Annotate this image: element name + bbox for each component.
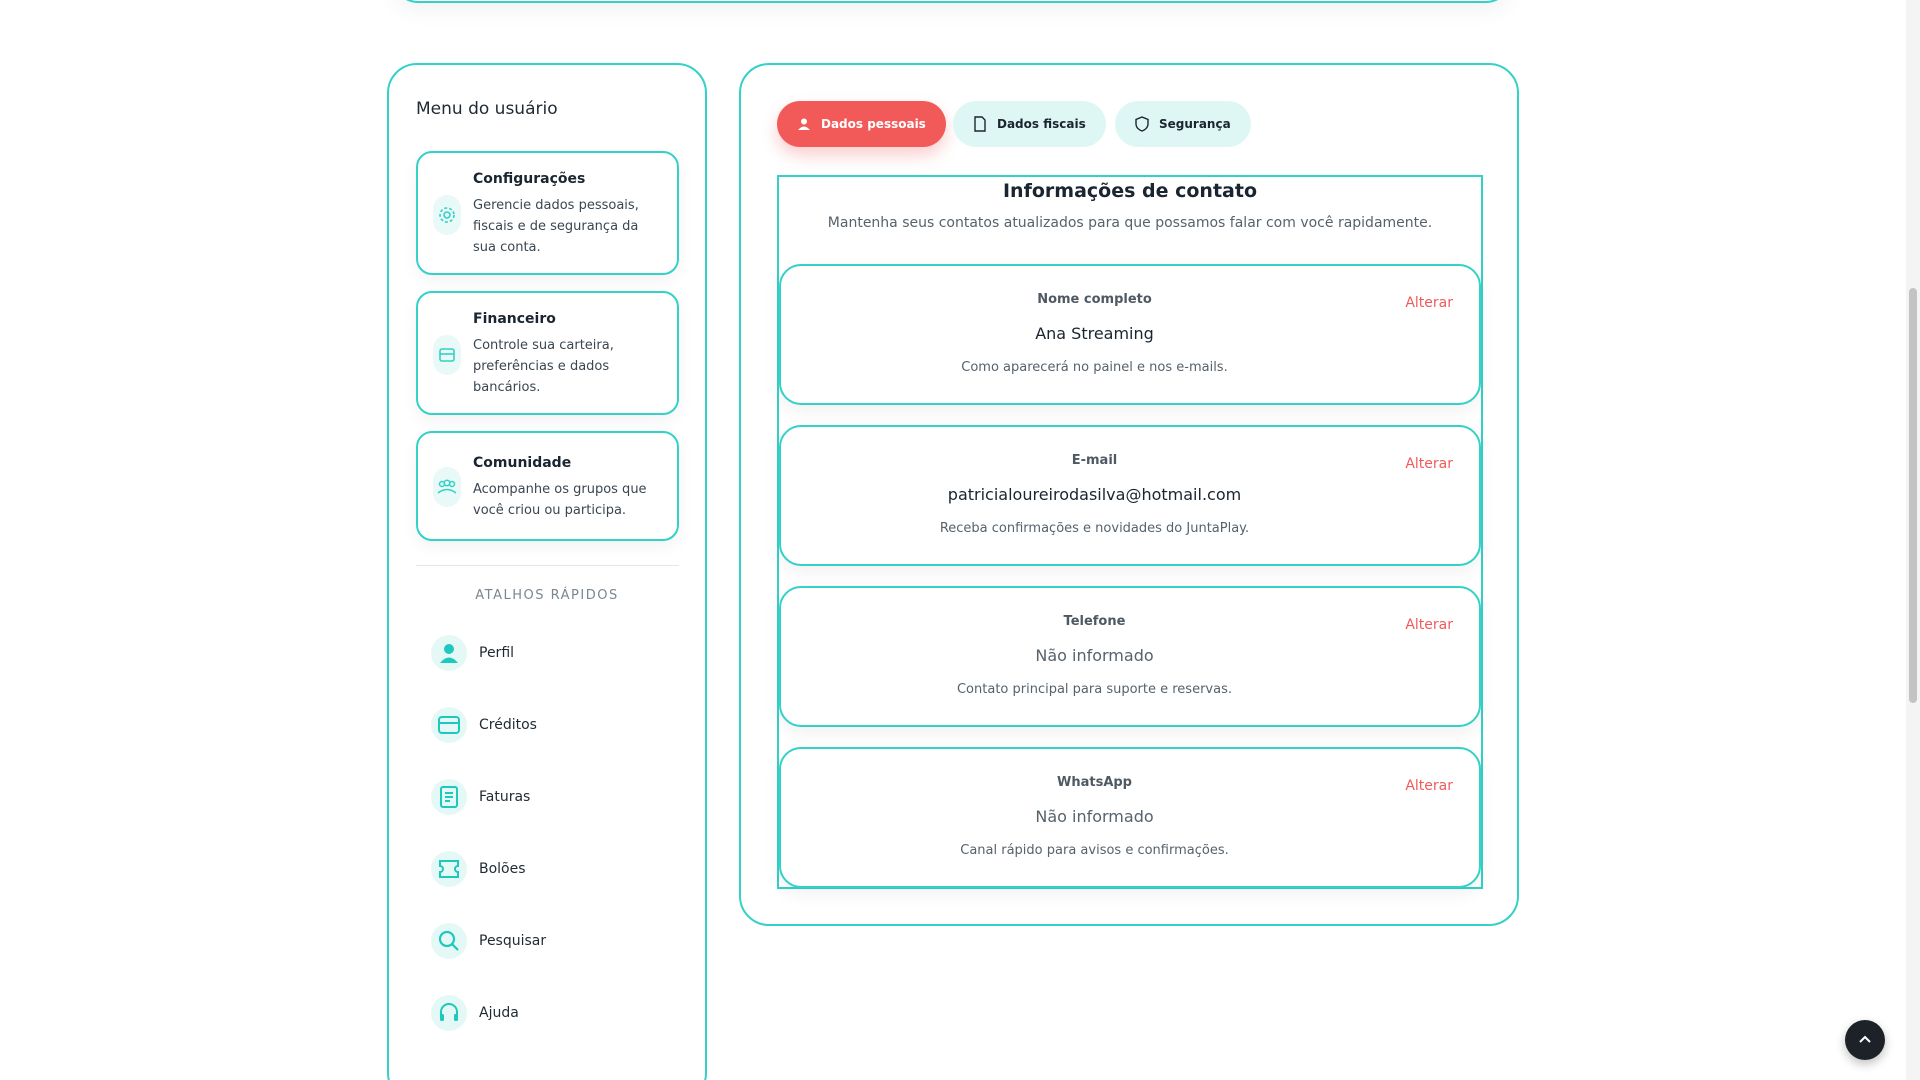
- menu-card-description: Gerencie dados pessoais, fiscais e de se…: [473, 198, 639, 255]
- menu-card-title: Configurações: [473, 171, 586, 187]
- tab-dados-pessoais[interactable]: Dados pessoais: [777, 101, 946, 147]
- user-icon: [798, 118, 810, 130]
- back-to-top-button[interactable]: [1845, 1020, 1885, 1060]
- shortcut-creditos[interactable]: Créditos: [431, 707, 537, 743]
- alterar-button[interactable]: Alterar: [1405, 617, 1453, 633]
- menu-card-description: Controle sua carteira, preferências e da…: [473, 338, 614, 395]
- shortcut-label: Créditos: [479, 717, 537, 733]
- menu-card-configuracoes[interactable]: Configurações Gerencie dados pessoais, f…: [416, 151, 679, 275]
- shortcut-label: Perfil: [479, 645, 515, 661]
- menu-card-description: Acompanhe os grupos que você criou ou pa…: [473, 482, 647, 518]
- field-hint: Contato principal para suporte e reserva…: [956, 682, 1232, 697]
- community-icon: [433, 467, 461, 507]
- user-menu-sidebar: Menu do usuário Configurações Gerencie d…: [387, 63, 707, 1080]
- shortcut-pesquisar[interactable]: Pesquisar: [431, 923, 546, 959]
- field-label: WhatsApp: [1057, 775, 1132, 790]
- scrollbar-thumb[interactable]: [1909, 288, 1917, 703]
- wallet-icon: [431, 707, 467, 743]
- shortcuts-title: ATALHOS RÁPIDOS: [475, 588, 619, 603]
- sidebar-title: Menu do usuário: [416, 99, 558, 119]
- tab-label: Segurança: [1159, 117, 1231, 131]
- headset-icon: [431, 995, 467, 1031]
- field-label: E-mail: [1071, 453, 1118, 468]
- contact-info-section: Informações de contato Mantenha seus con…: [777, 175, 1483, 889]
- field-value: Não informado: [1035, 646, 1154, 665]
- ticket-icon: [431, 851, 467, 887]
- field-value: patricialoureirodasilva@hotmail.com: [947, 485, 1242, 504]
- tab-label: Dados fiscais: [997, 117, 1086, 131]
- field-label: Nome completo: [1037, 292, 1152, 307]
- shortcut-label: Faturas: [479, 789, 531, 805]
- field-value: Ana Streaming: [1035, 324, 1154, 343]
- field-value: Não informado: [1035, 807, 1154, 826]
- shortcut-label: Ajuda: [479, 1005, 519, 1021]
- shortcut-ajuda[interactable]: Ajuda: [431, 995, 519, 1031]
- menu-card-title: Financeiro: [473, 311, 556, 327]
- shortcut-label: Pesquisar: [479, 933, 547, 949]
- field-email: E-mail patricialoureirodasilva@hotmail.c…: [779, 425, 1481, 566]
- field-whatsapp: WhatsApp Não informado Canal rápido para…: [779, 747, 1481, 888]
- shortcut-perfil[interactable]: Perfil: [431, 635, 514, 671]
- field-hint: Canal rápido para avisos e confirmações.: [960, 843, 1229, 858]
- search-icon: [431, 923, 467, 959]
- shield-icon: [1135, 116, 1149, 132]
- wallet-icon: [433, 335, 461, 375]
- field-hint: Como aparecerá no painel e nos e-mails.: [961, 360, 1228, 375]
- previous-card: [392, 0, 1512, 3]
- alterar-button[interactable]: Alterar: [1405, 295, 1453, 311]
- field-nome-completo: Nome completo Ana Streaming Como aparece…: [779, 264, 1481, 405]
- account-settings-panel: Dados pessoais Dados fiscais Segurança I…: [739, 63, 1519, 926]
- sidebar-divider: [416, 565, 679, 566]
- field-label: Telefone: [1063, 614, 1126, 629]
- field-hint: Receba confirmações e novidades do Junta…: [939, 521, 1250, 536]
- menu-card-financeiro[interactable]: Financeiro Controle sua carteira, prefer…: [416, 291, 679, 415]
- user-icon: [431, 635, 467, 671]
- chevron-up-icon: [1859, 1035, 1871, 1043]
- alterar-button[interactable]: Alterar: [1405, 778, 1453, 794]
- page-scrollbar[interactable]: [1906, 0, 1920, 1080]
- section-title: Informações de contato: [1002, 180, 1257, 202]
- shortcut-faturas[interactable]: Faturas: [431, 779, 530, 815]
- invoice-icon: [431, 779, 467, 815]
- menu-card-title: Comunidade: [473, 455, 572, 471]
- settings-icon: [433, 195, 461, 235]
- menu-card-comunidade[interactable]: Comunidade Acompanhe os grupos que você …: [416, 431, 679, 541]
- tab-seguranca[interactable]: Segurança: [1115, 101, 1251, 147]
- field-telefone: Telefone Não informado Contato principal…: [779, 586, 1481, 727]
- tab-label: Dados pessoais: [821, 117, 926, 131]
- tab-dados-fiscais[interactable]: Dados fiscais: [953, 101, 1106, 147]
- shortcut-label: Bolões: [479, 861, 526, 877]
- section-subtitle: Mantenha seus contatos atualizados para …: [827, 215, 1433, 231]
- alterar-button[interactable]: Alterar: [1405, 456, 1453, 472]
- shortcut-boloes[interactable]: Bolões: [431, 851, 526, 887]
- document-icon: [974, 116, 986, 132]
